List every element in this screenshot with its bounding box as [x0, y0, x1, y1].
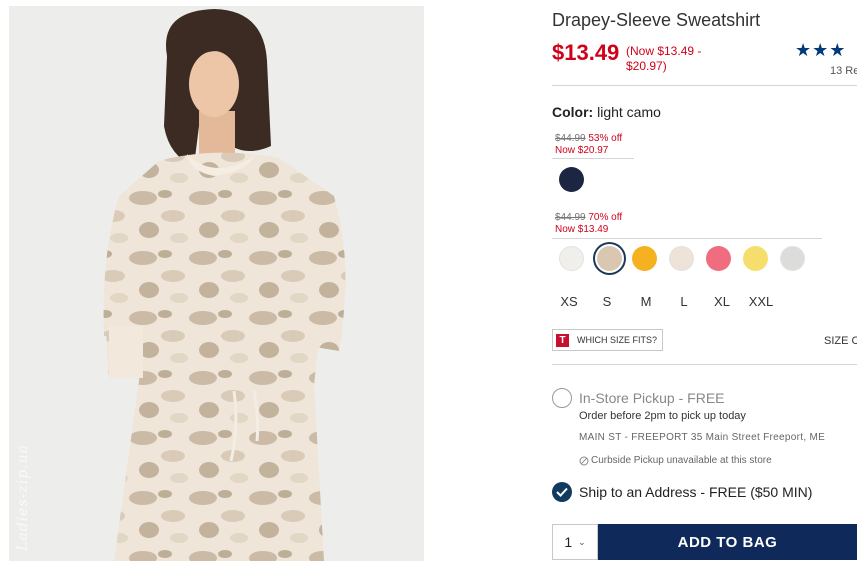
star-rating-icon[interactable]: ★★★: [795, 40, 846, 61]
product-image[interactable]: Ladies-zip.ua: [9, 6, 424, 561]
size-option-xxl[interactable]: XXL: [746, 294, 776, 309]
watermark-text: Ladies-zip.ua: [15, 444, 31, 551]
pickup-cutoff-text: Order before 2pm to pick up today: [579, 410, 746, 422]
chevron-down-icon: ⌄: [578, 536, 586, 547]
unavailable-icon: [579, 456, 589, 465]
color-swatch-pink[interactable]: [706, 246, 731, 271]
model-photo: [9, 6, 424, 561]
color-value: light camo: [597, 104, 661, 120]
pickup-option-title[interactable]: In-Store Pickup - FREE: [579, 390, 725, 406]
divider: [552, 85, 857, 86]
size-option-l[interactable]: L: [669, 294, 699, 309]
divider: [552, 158, 634, 159]
size-chart-link[interactable]: SIZE C: [824, 335, 857, 347]
original-price: $44.99: [555, 212, 586, 223]
review-count-link[interactable]: 13 Re: [830, 65, 857, 77]
offer-now-price: Now $13.49: [555, 224, 609, 235]
color-swatch-yellow[interactable]: [632, 246, 657, 271]
curbside-text: Curbside Pickup unavailable at this stor…: [591, 455, 772, 466]
curbside-status: Curbside Pickup unavailable at this stor…: [579, 455, 772, 466]
store-address[interactable]: MAIN ST - FREEPORT 35 Main Street Freepo…: [579, 432, 825, 443]
divider: [552, 238, 822, 239]
offer-now-price: Now $20.97: [555, 145, 609, 156]
ship-checked-radio[interactable]: [552, 482, 572, 502]
offer-group-1: $44.99 53% off Now $20.97: [555, 133, 622, 157]
size-option-s[interactable]: S: [592, 294, 622, 309]
discount-text: 53% off: [588, 133, 623, 144]
size-option-xl[interactable]: XL: [707, 294, 737, 309]
price-range: (Now $13.49 - $20.97): [626, 44, 702, 73]
pickup-radio[interactable]: [552, 388, 572, 408]
size-option-m[interactable]: M: [631, 294, 661, 309]
color-swatch-cream[interactable]: [669, 246, 694, 271]
quantity-value: 1: [564, 534, 573, 550]
true-fit-logo-icon: T: [556, 333, 569, 347]
add-to-bag-button[interactable]: ADD TO BAG: [598, 524, 857, 560]
sale-price: $13.49: [552, 40, 620, 65]
offer-group-2: $44.99 70% off Now $13.49: [555, 212, 622, 236]
color-swatch-navy[interactable]: [559, 167, 584, 192]
checkmark-icon: [556, 487, 568, 497]
color-swatch-white[interactable]: [559, 246, 584, 271]
which-size-fits-label: WHICH SIZE FITS?: [577, 335, 658, 345]
color-swatch-light-yellow[interactable]: [743, 246, 768, 271]
size-option-xs[interactable]: XS: [554, 294, 584, 309]
discount-text: 70% off: [588, 212, 623, 223]
product-title: Drapey-Sleeve Sweatshirt: [552, 10, 761, 30]
product-details-panel: Drapey-Sleeve Sweatshirt $13.49 (Now $13…: [552, 0, 857, 567]
color-swatch-light-camo[interactable]: [597, 246, 622, 271]
color-swatch-light-gray[interactable]: [780, 246, 805, 271]
which-size-fits-button[interactable]: T WHICH SIZE FITS?: [552, 329, 664, 351]
original-price: $44.99: [555, 133, 586, 144]
quantity-select[interactable]: 1 ⌄: [552, 524, 598, 560]
color-label: Color:: [552, 104, 594, 120]
color-label-row: Color: light camo: [552, 104, 661, 120]
ship-option-title[interactable]: Ship to an Address - FREE ($50 MIN): [579, 484, 812, 500]
divider: [552, 364, 857, 365]
